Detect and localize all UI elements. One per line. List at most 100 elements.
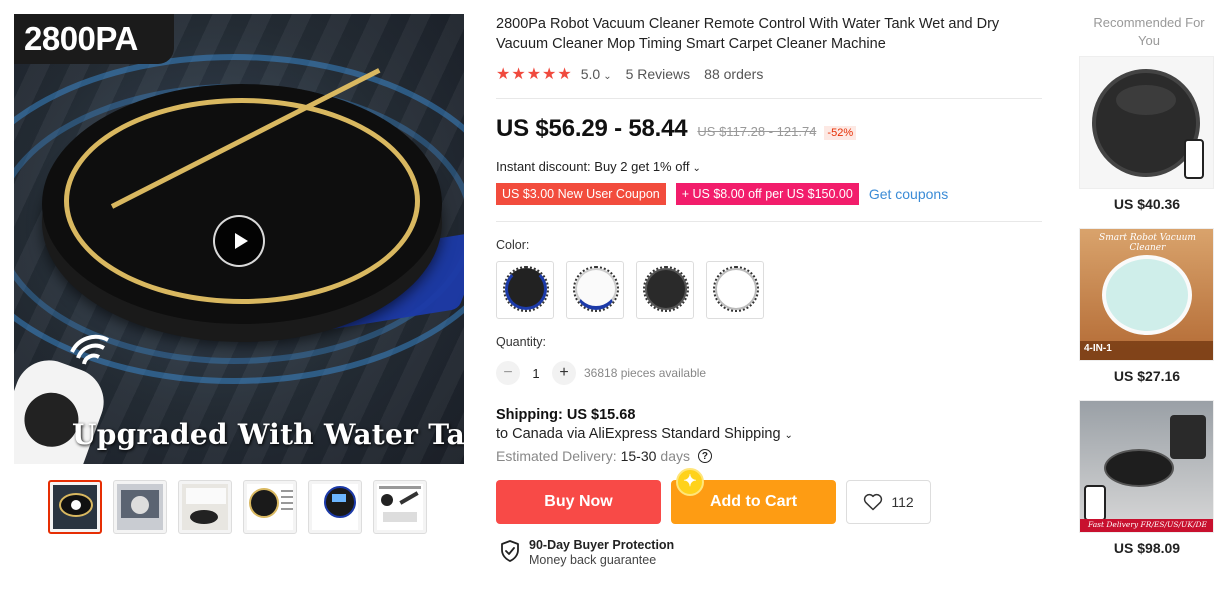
thumbnail-5[interactable] bbox=[308, 480, 362, 534]
rating-row: ★★★★★ 5.0 ⌄ 5 Reviews 88 orders bbox=[496, 64, 1046, 84]
thumbnail-6[interactable] bbox=[373, 480, 427, 534]
delivery-unit: days bbox=[660, 448, 690, 464]
new-user-coupon[interactable]: US $3.00 New User Coupon bbox=[496, 183, 666, 205]
protection-text: 90-Day Buyer Protection Money back guara… bbox=[529, 538, 674, 567]
wishlist-button[interactable]: 112 bbox=[846, 480, 931, 524]
original-price: US $117.28 - 121.74 bbox=[697, 124, 817, 139]
recommended-item-banner: Smart Robot Vacuum Cleaner bbox=[1099, 233, 1196, 253]
get-coupons-link[interactable]: Get coupons bbox=[869, 186, 948, 202]
chevron-down-icon: ⌄ bbox=[692, 163, 701, 174]
thumb-part bbox=[399, 491, 419, 505]
recommended-item-price: US $98.09 bbox=[1113, 540, 1181, 556]
thumbnail-art bbox=[53, 485, 97, 529]
shipping-method[interactable]: to Canada via AliExpress Standard Shippi… bbox=[496, 426, 1046, 442]
thumb-lines bbox=[281, 490, 293, 492]
orders-count: 88 orders bbox=[704, 66, 764, 82]
thumbnail-2[interactable] bbox=[113, 480, 167, 534]
coupon-row: US $3.00 New User Coupon + US $8.00 off … bbox=[496, 183, 1046, 205]
reco-phone bbox=[1084, 485, 1106, 521]
thumb-header bbox=[379, 486, 421, 489]
protection-subtitle: Money back guarantee bbox=[529, 553, 657, 567]
shipping-price: Shipping: US $15.68 bbox=[496, 407, 636, 423]
wishlist-count: 112 bbox=[891, 494, 914, 510]
thumbnail-art bbox=[377, 484, 423, 530]
swatch-robot bbox=[505, 268, 547, 310]
robot-vacuum-graphic bbox=[42, 68, 442, 324]
thumbnail-art bbox=[312, 484, 358, 530]
swatch-robot bbox=[575, 268, 617, 310]
increase-quantity-button[interactable]: + bbox=[552, 361, 576, 385]
thumb-robot bbox=[324, 486, 356, 518]
thumbnail-1[interactable] bbox=[48, 480, 102, 534]
store-coupon[interactable]: + US $8.00 off per US $150.00 bbox=[675, 183, 859, 205]
buyer-protection: 90-Day Buyer Protection Money back guara… bbox=[499, 538, 1046, 567]
recommended-item[interactable]: US $40.36 bbox=[1079, 56, 1215, 212]
chevron-down-icon: ⌄ bbox=[603, 71, 612, 82]
coin-icon: ✦ bbox=[676, 468, 704, 496]
quantity-input[interactable] bbox=[520, 365, 552, 381]
product-title: 2800Pa Robot Vacuum Cleaner Remote Contr… bbox=[496, 16, 1000, 52]
thumbnail-4[interactable] bbox=[243, 480, 297, 534]
protection-title: 90-Day Buyer Protection bbox=[529, 538, 675, 552]
recommended-item-image bbox=[1079, 56, 1214, 189]
pieces-available: 36818 pieces available bbox=[584, 366, 707, 380]
thumbnail-3[interactable] bbox=[178, 480, 232, 534]
reco-robot bbox=[1102, 255, 1192, 335]
swatch-robot bbox=[645, 268, 687, 310]
add-to-cart-label: Add to Cart bbox=[709, 493, 798, 510]
rating-value[interactable]: 5.0 ⌄ bbox=[581, 66, 612, 82]
recommended-item-image: Smart Robot Vacuum Cleaner 4-IN-1 bbox=[1079, 228, 1214, 361]
thumb-robot bbox=[190, 510, 218, 524]
heart-icon bbox=[864, 493, 883, 511]
thumb-display bbox=[332, 494, 346, 502]
buy-now-button[interactable]: Buy Now bbox=[496, 480, 661, 524]
swatch-robot bbox=[715, 268, 757, 310]
shield-check-icon bbox=[501, 540, 519, 562]
decrease-quantity-button[interactable]: − bbox=[496, 361, 520, 385]
price-row: US $56.29 - 58.44 US $117.28 - 121.74 -5… bbox=[496, 115, 1046, 143]
thumb-play bbox=[71, 500, 81, 510]
shipping-method-text: to Canada via AliExpress Standard Shippi… bbox=[496, 426, 781, 442]
recommended-item[interactable]: Fast Delivery FR/ES/US/UK/DE US $98.09 bbox=[1079, 400, 1215, 556]
estimated-delivery: Estimated Delivery: 15-30 days ? bbox=[496, 448, 1046, 464]
color-label: Color: bbox=[496, 238, 530, 252]
instant-discount[interactable]: Instant discount: Buy 2 get 1% off ⌄ bbox=[496, 159, 1046, 174]
chevron-down-icon: ⌄ bbox=[784, 430, 793, 441]
color-option-white-blue[interactable] bbox=[566, 261, 624, 319]
thumb-robot bbox=[249, 488, 279, 518]
quantity-label: Quantity: bbox=[496, 335, 547, 349]
main-product-image[interactable]: 2800PA Upgraded With Water Tank bbox=[14, 14, 464, 464]
recommended-item-price: US $40.36 bbox=[1113, 196, 1181, 212]
recommended-item-tag: 4-IN-1 bbox=[1084, 343, 1112, 354]
image-caption: Upgraded With Water Tank bbox=[72, 418, 464, 451]
thumbnail-art bbox=[117, 484, 163, 530]
add-to-cart-button[interactable]: ✦ Add to Cart bbox=[671, 468, 836, 524]
color-option-white[interactable] bbox=[706, 261, 764, 319]
help-icon[interactable]: ? bbox=[697, 449, 712, 463]
color-option-black[interactable] bbox=[636, 261, 694, 319]
recommended-item-image: Fast Delivery FR/ES/US/UK/DE bbox=[1079, 400, 1214, 533]
star-rating-icon: ★★★★★ bbox=[496, 66, 573, 83]
reco-robot-top bbox=[1116, 85, 1176, 115]
reviews-link[interactable]: 5 Reviews bbox=[626, 66, 691, 82]
recommended-item[interactable]: Smart Robot Vacuum Cleaner 4-IN-1 US $27… bbox=[1079, 228, 1215, 384]
color-option-black-blue[interactable] bbox=[496, 261, 554, 319]
divider bbox=[496, 98, 1042, 99]
play-video-button[interactable] bbox=[213, 215, 265, 267]
recommended-sidebar: Recommended For You US $40.36 Smart Robo… bbox=[1079, 14, 1215, 556]
reco-robot bbox=[1104, 449, 1174, 487]
suction-badge: 2800PA bbox=[14, 14, 174, 64]
reco-dock bbox=[1170, 415, 1206, 459]
quantity-stepper: − + 36818 pieces available bbox=[496, 361, 1046, 385]
thumb-robot bbox=[131, 496, 149, 514]
delivery-range: 15-30 bbox=[620, 448, 657, 464]
product-info-panel: 2800Pa Robot Vacuum Cleaner Remote Contr… bbox=[496, 14, 1046, 567]
reco-phone bbox=[1184, 139, 1204, 179]
play-icon bbox=[234, 233, 248, 249]
wireless-signal-icon bbox=[70, 334, 109, 365]
thumb-part bbox=[381, 494, 393, 506]
rating-number: 5.0 bbox=[580, 66, 601, 82]
recommended-heading: Recommended For You bbox=[1093, 15, 1205, 48]
thumbnail-art bbox=[247, 484, 293, 530]
recommended-item-price: US $27.16 bbox=[1113, 368, 1181, 384]
